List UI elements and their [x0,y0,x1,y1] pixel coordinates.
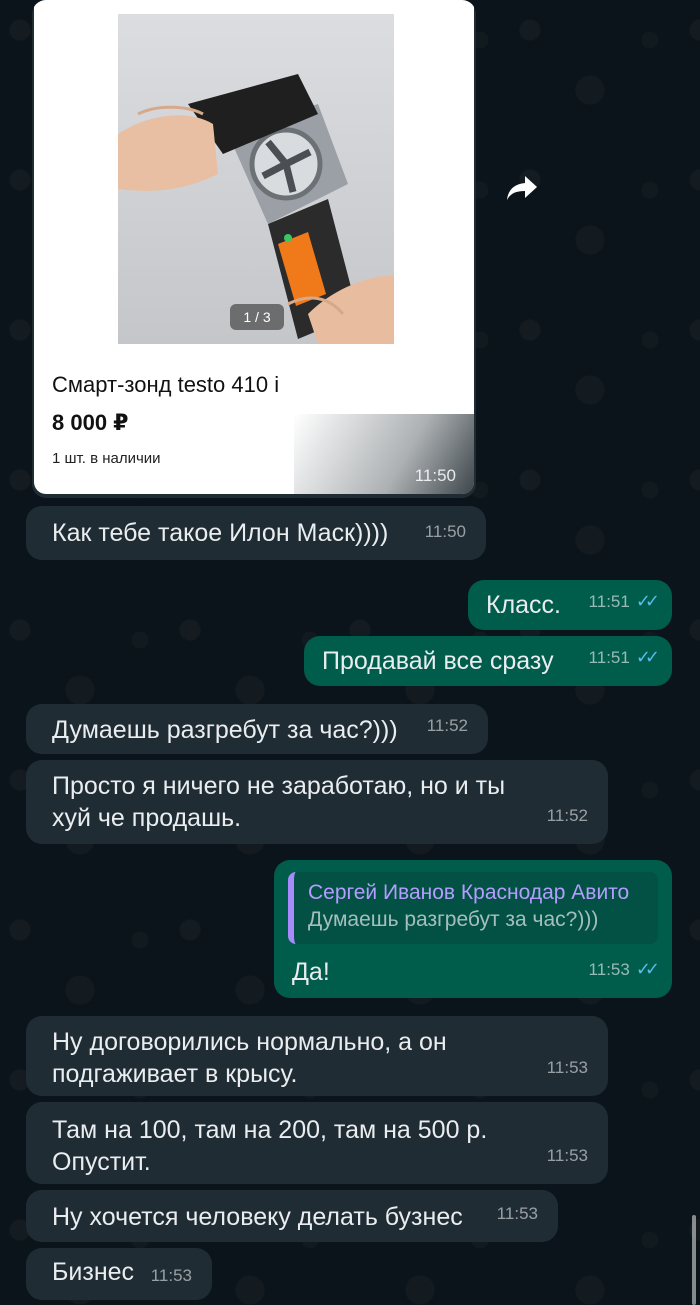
incoming-message[interactable]: Ну договорились нормально, а он подгажив… [26,1016,608,1096]
quote-text: Думаешь разгребут за час?))) [308,908,599,931]
incoming-message[interactable]: Там на 100, там на 200, там на 500 р. Оп… [26,1102,608,1184]
scrollbar[interactable] [692,1215,696,1305]
incoming-message[interactable]: Думаешь разгребут за час?))) 11:52 [26,704,488,754]
product-photo[interactable]: 1 / 3 [118,14,394,344]
incoming-message[interactable]: Как тебе такое Илон Маск)))) 11:50 [26,506,486,560]
message-time: 11:52 [426,716,468,735]
message-time: 11:52 [546,806,588,825]
product-card[interactable]: 1 / 3 Смарт-зонд testo 410 i 8 000 ₽ 1 ш… [34,0,474,494]
photo-counter: 1 / 3 [230,304,284,330]
message-time: 11:51 ✓✓ [589,585,661,618]
product-price: 8 000 ₽ [52,410,129,435]
message-list[interactable]: 1 / 3 Смарт-зонд testo 410 i 8 000 ₽ 1 ш… [0,0,700,1305]
read-ticks-icon: ✓✓ [635,647,660,667]
message-text: Как тебе такое Илон Маск)))) [52,519,389,547]
forward-icon[interactable] [500,166,544,210]
product-title[interactable]: Смарт-зонд testo 410 i [52,372,279,398]
message-time: 11:50 [414,466,456,485]
outgoing-reply-message[interactable]: Сергей Иванов Краснодар Авито Думаешь ра… [274,860,672,998]
product-card-message[interactable]: 1 / 3 Смарт-зонд testo 410 i 8 000 ₽ 1 ш… [32,0,476,498]
read-ticks-icon: ✓✓ [635,959,660,979]
incoming-message[interactable]: Бизнес 11:53 [26,1248,212,1300]
message-time: 11:51 ✓✓ [589,641,661,674]
message-text: Ну хочется человеку делать бузнес [52,1203,463,1231]
message-text: Там на 100, там на 200, там на 500 р. Оп… [52,1116,488,1176]
read-ticks-icon: ✓✓ [635,591,660,611]
message-text: Просто я ничего не заработаю, но и ты ху… [52,772,506,832]
message-time: 11:50 [424,522,466,541]
message-time: 11:53 [496,1204,538,1223]
message-time: 11:53 [546,1146,588,1165]
message-time: 11:53 [150,1266,192,1285]
message-text: Ну договорились нормально, а он подгажив… [52,1028,447,1088]
incoming-message[interactable]: Просто я ничего не заработаю, но и ты ху… [26,760,608,844]
outgoing-message[interactable]: Класс. 11:51 ✓✓ [468,580,672,630]
message-time: 11:53 ✓✓ [589,953,661,986]
outgoing-message[interactable]: Продавай все сразу 11:51 ✓✓ [304,636,672,686]
quote-author: Сергей Иванов Краснодар Авито [308,881,630,904]
message-time: 11:53 [546,1058,588,1077]
product-stock: 1 шт. в наличии [52,450,161,467]
quoted-message[interactable]: Сергей Иванов Краснодар Авито Думаешь ра… [288,872,658,944]
message-text: Думаешь разгребут за час?))) [52,716,398,744]
incoming-message[interactable]: Ну хочется человеку делать бузнес 11:53 [26,1190,558,1242]
